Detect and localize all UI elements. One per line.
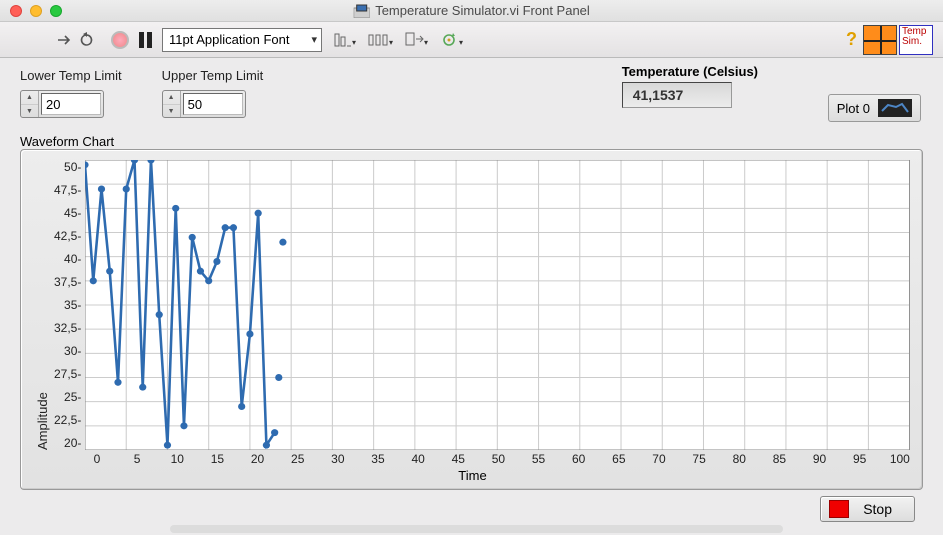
- stop-label: Stop: [863, 501, 892, 517]
- upper-limit-control: Upper Temp Limit ▲▼: [162, 68, 264, 118]
- svg-text:▾: ▾: [459, 38, 463, 47]
- lower-limit-spinner[interactable]: ▲▼: [21, 91, 39, 117]
- x-tick: 20: [248, 452, 268, 466]
- y-tick: 35-: [54, 298, 81, 312]
- x-tick: 55: [529, 452, 549, 466]
- close-window-button[interactable]: [10, 5, 22, 17]
- svg-text:▾: ▾: [389, 38, 393, 47]
- toolbar-right: ? Temp Sim.: [846, 25, 933, 55]
- y-tick: 42,5-: [54, 229, 81, 243]
- temperature-label: Temperature (Celsius): [622, 64, 758, 79]
- x-tick: 50: [488, 452, 508, 466]
- x-tick: 65: [609, 452, 629, 466]
- lower-limit-input[interactable]: [41, 93, 101, 115]
- window-title: Temperature Simulator.vi Front Panel: [375, 3, 590, 18]
- y-tick: 27,5-: [54, 367, 81, 381]
- window-title-area: Temperature Simulator.vi Front Panel: [353, 3, 590, 18]
- y-tick: 47,5-: [54, 183, 81, 197]
- plot-legend-sample: [878, 99, 912, 117]
- y-tick: 22,5-: [54, 413, 81, 427]
- front-panel: Lower Temp Limit ▲▼ Upper Temp Limit ▲▼ …: [0, 58, 943, 535]
- vi-icon[interactable]: Temp Sim.: [899, 25, 933, 55]
- labview-icon: [353, 4, 369, 18]
- plot-legend[interactable]: Plot 0: [828, 94, 921, 122]
- pause-button[interactable]: [139, 32, 152, 48]
- y-tick: 40-: [54, 252, 81, 266]
- font-select[interactable]: 11pt Application Font: [162, 28, 322, 52]
- x-tick: 45: [448, 452, 468, 466]
- run-arrow-icon[interactable]: [55, 30, 75, 50]
- y-tick: 32,5-: [54, 321, 81, 335]
- x-axis-label: Time: [35, 468, 910, 483]
- lower-limit-numeric[interactable]: ▲▼: [20, 90, 104, 118]
- plot-svg: [85, 160, 910, 450]
- upper-limit-spinner[interactable]: ▲▼: [163, 91, 181, 117]
- y-tick: 20-: [54, 436, 81, 450]
- x-tick: 40: [408, 452, 428, 466]
- x-tick: 0: [87, 452, 107, 466]
- x-tick: 5: [127, 452, 147, 466]
- top-controls: Lower Temp Limit ▲▼ Upper Temp Limit ▲▼: [20, 68, 923, 118]
- temperature-readout: Temperature (Celsius) 41,1537: [622, 64, 758, 108]
- x-tick: 80: [729, 452, 749, 466]
- horizontal-scrollbar[interactable]: [170, 525, 783, 533]
- lower-limit-label: Lower Temp Limit: [20, 68, 122, 83]
- plot-area[interactable]: [85, 160, 910, 450]
- temperature-value: 41,1537: [622, 82, 732, 108]
- reorder-objects-dropdown[interactable]: ▾: [440, 31, 466, 49]
- svg-text:▾: ▾: [424, 38, 428, 47]
- align-objects-dropdown[interactable]: ▾: [332, 31, 358, 49]
- x-tick: 30: [328, 452, 348, 466]
- stop-icon: [829, 500, 849, 518]
- font-select-label: 11pt Application Font: [169, 32, 289, 47]
- y-tick: 45-: [54, 206, 81, 220]
- vi-connector-pane-icon[interactable]: [863, 25, 897, 55]
- x-tick: 35: [368, 452, 388, 466]
- x-tick: 25: [288, 452, 308, 466]
- traffic-lights: [0, 5, 62, 17]
- run-continuous-icon[interactable]: [79, 30, 99, 50]
- distribute-objects-dropdown[interactable]: ▾: [368, 31, 394, 49]
- x-tick: 75: [689, 452, 709, 466]
- plot-legend-label: Plot 0: [837, 101, 870, 116]
- upper-limit-input[interactable]: [183, 93, 243, 115]
- minimize-window-button[interactable]: [30, 5, 42, 17]
- toolbar: 11pt Application Font ▾ ▾ ▾ ▾ ? Temp Sim…: [0, 22, 943, 58]
- y-tick: 25-: [54, 390, 81, 404]
- svg-text:▾: ▾: [352, 38, 356, 47]
- abort-button[interactable]: [111, 31, 129, 49]
- upper-limit-label: Upper Temp Limit: [162, 68, 264, 83]
- help-icon[interactable]: ?: [846, 29, 861, 50]
- stop-button[interactable]: Stop: [820, 496, 915, 522]
- x-tick: 70: [649, 452, 669, 466]
- upper-limit-numeric[interactable]: ▲▼: [162, 90, 246, 118]
- y-tick: 50-: [54, 160, 81, 174]
- y-ticks: 50- 47,5- 45- 42,5- 40- 37,5- 35- 32,5- 30- 27,5-…: [54, 160, 85, 450]
- x-tick: 10: [167, 452, 187, 466]
- y-axis-label: Amplitude: [35, 160, 50, 450]
- bottom-bar: Stop: [20, 496, 923, 522]
- x-ticks: 0 5 10 15 20 25 30 35 40 45 50 55 60 65 70 75 80 85 90 95 10…: [87, 452, 910, 466]
- chart-title: Waveform Chart: [20, 134, 923, 149]
- y-tick: 30-: [54, 344, 81, 358]
- x-tick: 90: [810, 452, 830, 466]
- x-tick: 100: [890, 452, 910, 466]
- lower-limit-control: Lower Temp Limit ▲▼: [20, 68, 122, 118]
- y-tick: 37,5-: [54, 275, 81, 289]
- titlebar: Temperature Simulator.vi Front Panel: [0, 0, 943, 22]
- x-tick: 95: [850, 452, 870, 466]
- waveform-chart[interactable]: Amplitude 50- 47,5- 45- 42,5- 40- 37,5- 35- 32,…: [20, 149, 923, 490]
- resize-objects-dropdown[interactable]: ▾: [404, 31, 430, 49]
- x-tick: 85: [769, 452, 789, 466]
- x-tick: 15: [207, 452, 227, 466]
- zoom-window-button[interactable]: [50, 5, 62, 17]
- x-tick: 60: [569, 452, 589, 466]
